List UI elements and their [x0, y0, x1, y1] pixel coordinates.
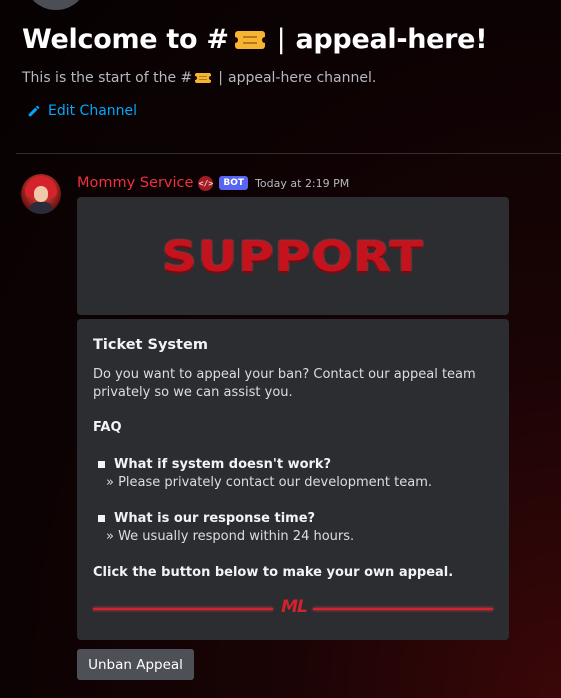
ticket-icon — [193, 73, 214, 83]
welcome-prefix: Welcome to # — [22, 24, 229, 55]
channel-start-subtitle: This is the start of the # | appeal-here… — [22, 70, 376, 86]
faq-question: What if system doesn't work? — [98, 457, 331, 472]
timestamp[interactable]: Today at 2:19 PM — [255, 177, 349, 190]
server-icon-partial — [24, 0, 88, 10]
signature-divider: ML — [93, 597, 493, 621]
welcome-heading: Welcome to # | appeal-here! — [22, 24, 488, 55]
support-banner-text: SUPPORT — [162, 231, 424, 281]
embed-cta: Click the button below to make your own … — [93, 565, 454, 580]
ticket-embed: Ticket System Do you want to appeal your… — [77, 319, 509, 640]
faq-answer: » Please privately contact our developme… — [106, 475, 433, 490]
ticket-icon — [231, 30, 268, 49]
unban-appeal-button[interactable]: Unban Appeal — [77, 649, 194, 680]
welcome-separator: | — [276, 24, 286, 55]
bullet-square-icon — [98, 515, 105, 522]
faq-answer: » We usually respond within 24 hours. — [106, 529, 355, 544]
signature-logo: ML — [281, 597, 308, 617]
faq-question: What is our response time? — [98, 511, 315, 526]
author-name[interactable]: Mommy Service — [77, 175, 193, 191]
edit-channel-label: Edit Channel — [48, 103, 138, 119]
subtitle-channel: appeal-here channel. — [228, 70, 377, 86]
divider — [16, 153, 561, 154]
support-banner-image[interactable]: SUPPORT — [77, 197, 509, 315]
pencil-icon — [28, 105, 40, 117]
avatar[interactable] — [21, 174, 61, 214]
edit-channel-link[interactable]: Edit Channel — [27, 103, 137, 119]
bot-badge: BOT — [219, 176, 249, 190]
faq-question-text: What is our response time? — [114, 511, 316, 526]
message-header: Mommy Service </> BOT Today at 2:19 PM — [77, 175, 349, 191]
faq-heading: FAQ — [93, 420, 122, 435]
role-icon[interactable]: </> — [198, 175, 214, 191]
embed-title: Ticket System — [93, 337, 208, 353]
bullet-square-icon — [98, 461, 105, 468]
subtitle-prefix: This is the start of the # — [22, 70, 193, 86]
faq-question-text: What if system doesn't work? — [114, 457, 332, 472]
embed-description: Do you want to appeal your ban? Contact … — [93, 367, 476, 400]
subtitle-separator: | — [218, 70, 223, 86]
welcome-channel-name: appeal-here! — [295, 24, 488, 55]
